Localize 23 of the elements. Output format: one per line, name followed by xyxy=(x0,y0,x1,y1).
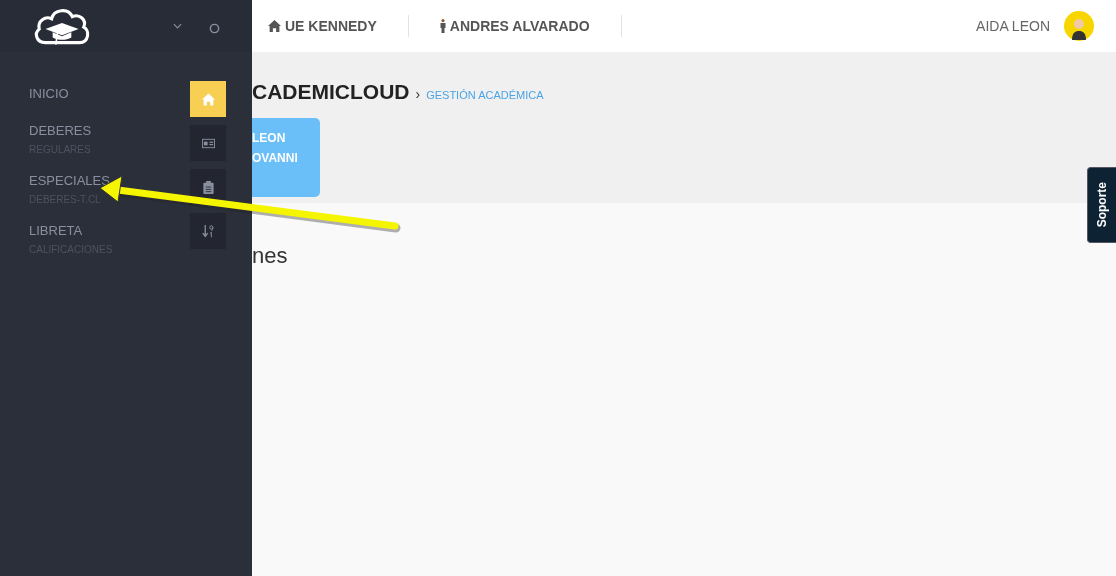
menu-item[interactable]: LIBRETA xyxy=(29,223,190,239)
card-text: LEON xyxy=(252,130,287,147)
breadcrumb-separator: › xyxy=(415,86,421,102)
person-icon xyxy=(439,19,446,33)
home-icon xyxy=(201,92,215,106)
home-icon xyxy=(268,20,281,32)
menu-item[interactable]: ESPECIALES xyxy=(29,173,190,189)
user-name[interactable]: AIDA LEON xyxy=(976,18,1050,34)
card-text: OVANNI xyxy=(252,150,299,167)
header-link[interactable]: UE KENNEDY xyxy=(268,15,409,37)
clipboard-icon xyxy=(201,180,215,194)
id-card-icon xyxy=(201,136,215,150)
breadcrumb-link[interactable]: GESTIÓN ACADÉMICA xyxy=(426,89,544,101)
avatar-icon[interactable] xyxy=(1064,11,1094,41)
page-title: CADEMICLOUD xyxy=(252,80,410,104)
section-heading: nes xyxy=(252,243,288,268)
circle-icon[interactable] xyxy=(209,22,220,34)
menu-item[interactable]: INICIO xyxy=(29,86,190,102)
header-link[interactable]: ANDRES ALVARADO xyxy=(439,15,622,37)
menu-item[interactable]: DEBERES xyxy=(29,123,190,139)
support-tab[interactable]: Soporte xyxy=(1087,167,1116,243)
chevron-down-icon[interactable] xyxy=(173,23,182,29)
sort-numeric-icon xyxy=(201,224,215,238)
